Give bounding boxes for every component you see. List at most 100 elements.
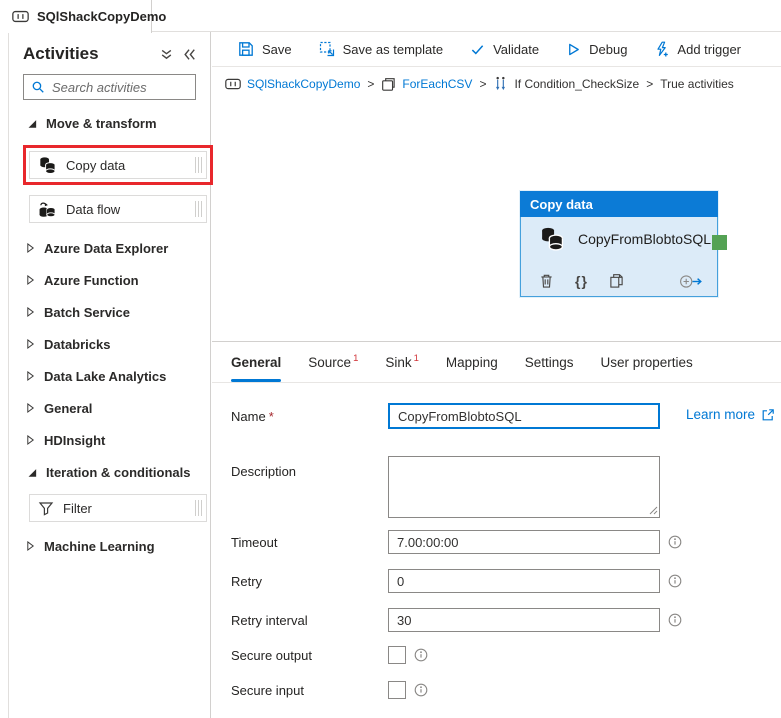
sidebar-group-azure-function[interactable]: Azure Function <box>9 265 210 295</box>
tab-bar: SQlShackCopyDemo <box>0 0 781 33</box>
copy-data-activity-node[interactable]: Copy data CopyFromBlobtoSQL {} <box>520 191 727 297</box>
info-icon <box>668 613 682 627</box>
source-error-badge: 1 <box>353 352 359 364</box>
if-condition-icon <box>493 76 508 92</box>
tab-sink[interactable]: Sink 1 <box>385 342 419 382</box>
sidebar-group-iteration-conditionals[interactable]: Iteration & conditionals <box>9 457 210 487</box>
sidebar-group-hdinsight[interactable]: HDInsight <box>9 425 210 455</box>
properties-panel: General Source 1 Sink 1 Mapping Settings U… <box>212 341 781 718</box>
retry-label: Retry <box>231 573 263 589</box>
sink-error-badge: 1 <box>413 352 419 364</box>
add-trigger-button[interactable]: Add trigger <box>654 41 741 57</box>
activities-sidebar: Activities Move & transform Cop <box>8 32 213 718</box>
pipeline-icon <box>12 10 29 23</box>
breadcrumb-pipeline-link[interactable]: SQlShackCopyDemo <box>247 77 360 91</box>
search-activities-box <box>23 74 196 100</box>
required-asterisk: * <box>268 408 274 424</box>
pipeline-tab[interactable]: SQlShackCopyDemo <box>0 0 166 33</box>
activity-copy-data[interactable]: Copy data <box>23 145 213 185</box>
save-as-template-button[interactable]: Save as template <box>319 41 443 57</box>
secure-output-checkbox[interactable] <box>388 646 406 664</box>
sidebar-group-general[interactable]: General <box>9 393 210 423</box>
learn-more-link[interactable]: Learn more <box>686 407 775 422</box>
info-icon <box>668 535 682 549</box>
code-braces-icon[interactable]: {} <box>575 273 588 289</box>
collapse-all-icon[interactable] <box>160 48 173 61</box>
sidebar-group-batch-service[interactable]: Batch Service <box>9 297 210 327</box>
caret-collapsed-icon <box>26 540 35 552</box>
pipeline-toolbar: Save Save as template Validate Debug Add… <box>212 32 781 67</box>
sidebar-group-data-lake-analytics[interactable]: Data Lake Analytics <box>9 361 210 391</box>
breadcrumb: SQlShackCopyDemo > ForEachCSV > If Condi… <box>212 67 781 101</box>
resize-grip-icon[interactable] <box>649 506 658 515</box>
copy-data-icon <box>539 227 565 251</box>
retry-interval-input[interactable] <box>388 608 660 632</box>
filter-icon <box>38 500 54 516</box>
info-icon <box>668 574 682 588</box>
breadcrumb-if-condition[interactable]: If Condition_CheckSize <box>514 77 639 91</box>
activity-data-flow[interactable]: Data flow <box>29 195 207 223</box>
debug-button[interactable]: Debug <box>566 42 627 57</box>
description-label: Description <box>231 464 297 479</box>
output-connector[interactable] <box>712 235 727 250</box>
copy-data-icon <box>38 156 57 174</box>
tab-mapping[interactable]: Mapping <box>446 342 498 382</box>
drag-handle[interactable] <box>195 201 202 217</box>
info-icon <box>414 683 428 697</box>
caret-collapsed-icon <box>26 338 35 350</box>
retry-interval-label: Retry interval <box>231 612 308 628</box>
save-icon <box>238 41 254 57</box>
activity-name-text: CopyFromBlobtoSQL <box>578 231 712 247</box>
clone-icon[interactable] <box>609 273 624 289</box>
drag-handle[interactable] <box>195 157 202 173</box>
sidebar-group-machine-learning[interactable]: Machine Learning <box>9 531 210 561</box>
play-icon <box>566 42 581 57</box>
tab-source[interactable]: Source 1 <box>308 342 358 382</box>
caret-expanded-icon <box>26 118 37 129</box>
caret-collapsed-icon <box>26 370 35 382</box>
breadcrumb-true-activities: True activities <box>660 77 734 91</box>
validate-button[interactable]: Validate <box>470 42 539 57</box>
timeout-input[interactable] <box>388 530 660 554</box>
tab-general[interactable]: General <box>231 342 282 382</box>
delete-icon[interactable] <box>539 273 554 289</box>
caret-collapsed-icon <box>26 434 35 446</box>
external-link-icon <box>761 408 775 422</box>
timeout-label: Timeout <box>231 534 278 550</box>
tab-user-properties[interactable]: User properties <box>601 342 693 382</box>
caret-collapsed-icon <box>26 306 35 318</box>
properties-tabs: General Source 1 Sink 1 Mapping Settings U… <box>212 342 781 383</box>
sidebar-group-databricks[interactable]: Databricks <box>9 329 210 359</box>
breadcrumb-foreach-link[interactable]: ForEachCSV <box>402 77 472 91</box>
lightning-plus-icon <box>654 41 669 57</box>
search-activities-input[interactable] <box>52 79 188 95</box>
drag-handle[interactable] <box>195 500 202 516</box>
retry-input[interactable] <box>388 569 660 593</box>
name-input[interactable] <box>388 403 660 429</box>
add-output-arrow-icon[interactable] <box>679 274 703 289</box>
foreach-icon <box>381 77 396 92</box>
info-icon <box>414 648 428 662</box>
caret-expanded-icon <box>26 467 37 478</box>
description-textarea[interactable] <box>388 456 660 518</box>
data-flow-icon <box>38 201 57 218</box>
caret-collapsed-icon <box>26 274 35 286</box>
sidebar-group-azure-data-explorer[interactable]: Azure Data Explorer <box>9 233 210 263</box>
secure-input-label: Secure input <box>231 682 304 698</box>
secure-input-checkbox[interactable] <box>388 681 406 699</box>
save-button[interactable]: Save <box>238 41 292 57</box>
collapse-panel-icon[interactable] <box>183 48 196 61</box>
search-icon <box>31 80 45 94</box>
caret-collapsed-icon <box>26 242 35 254</box>
tab-title: SQlShackCopyDemo <box>37 9 167 24</box>
sidebar-group-move-transform[interactable]: Move & transform <box>9 108 210 138</box>
activity-filter[interactable]: Filter <box>29 494 207 522</box>
checkmark-icon <box>470 42 485 57</box>
sidebar-title: Activities <box>23 44 99 63</box>
secure-output-label: Secure output <box>231 647 312 663</box>
name-label: Name * <box>231 408 274 424</box>
pipeline-icon <box>225 78 241 90</box>
save-as-template-icon <box>319 41 335 57</box>
node-header[interactable]: Copy data <box>520 191 718 217</box>
tab-settings[interactable]: Settings <box>525 342 574 382</box>
